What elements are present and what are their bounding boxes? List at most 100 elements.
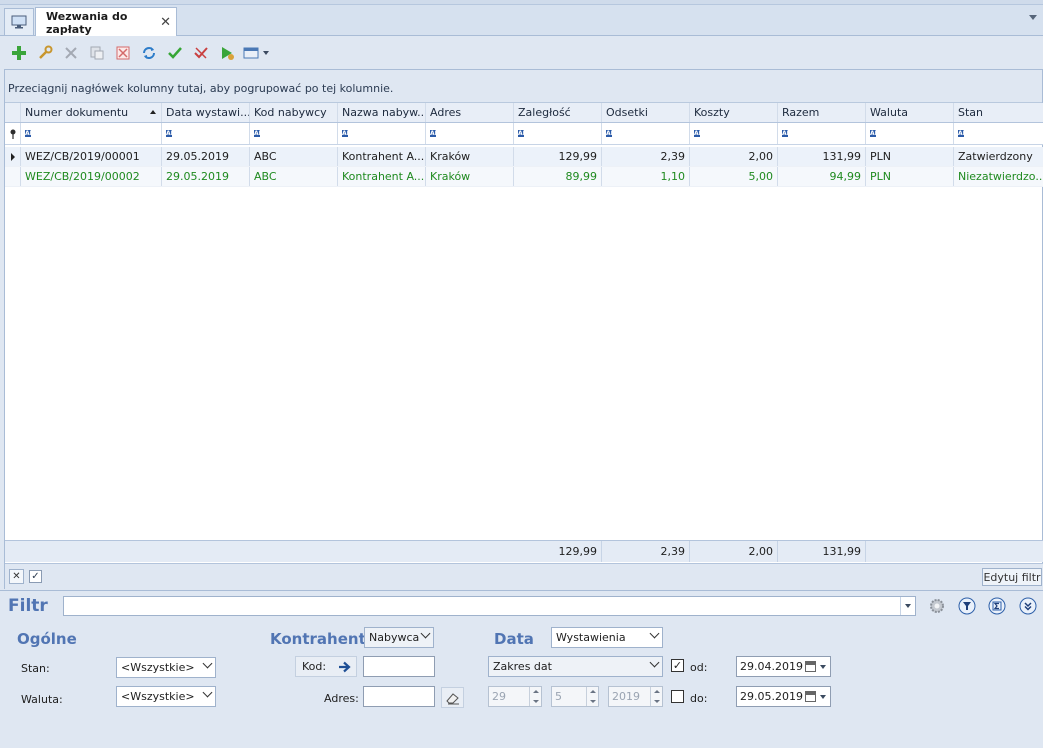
unapprove-icon[interactable] — [190, 42, 212, 64]
cell-stan[interactable]: Zatwierdzony — [954, 147, 1043, 166]
year-spinner[interactable]: 2019 — [608, 686, 663, 707]
cell-stan[interactable]: Niezatwierdzo... — [954, 167, 1043, 186]
waluta-select[interactable]: <Wszystkie> — [116, 686, 216, 707]
filter-cell[interactable]: ABC — [21, 123, 162, 144]
delete-icon[interactable] — [60, 42, 82, 64]
cell-numer[interactable]: WEZ/CB/2019/00002 — [21, 167, 162, 186]
col-header-zaleglosc[interactable]: Zaległość — [514, 103, 602, 122]
filter-cell[interactable]: ABC — [690, 123, 778, 144]
od-checkbox[interactable]: ✓ — [671, 659, 684, 672]
kod-button[interactable]: Kod: — [295, 656, 357, 677]
close-icon[interactable]: ✕ — [160, 15, 171, 30]
expand-icon[interactable] — [1019, 597, 1037, 615]
filter-cell[interactable]: ABC — [250, 123, 338, 144]
filter-funnel-icon[interactable] — [958, 597, 976, 615]
col-header-adres[interactable]: Adres — [426, 103, 514, 122]
table-row[interactable]: WEZ/CB/2019/00002 29.05.2019 ABC Kontrah… — [5, 167, 1043, 187]
clear-filter-button[interactable]: ✕ — [9, 569, 24, 584]
cell-razem[interactable]: 131,99 — [778, 147, 866, 166]
kod-input[interactable] — [363, 656, 435, 677]
filter-cell[interactable]: ABC — [866, 123, 954, 144]
approve-icon[interactable] — [164, 42, 186, 64]
col-header-razem[interactable]: Razem — [778, 103, 866, 122]
total-koszty: 2,00 — [690, 541, 778, 562]
kontrahent-type-select[interactable]: Nabywca — [364, 627, 434, 648]
filter-cell[interactable]: ABC — [426, 123, 514, 144]
filter-cell[interactable]: ABC — [602, 123, 690, 144]
cell-adres[interactable]: Kraków — [426, 147, 514, 166]
run-icon[interactable] — [216, 42, 238, 64]
col-header-kod[interactable]: Kod nabywcy — [250, 103, 338, 122]
refresh-icon[interactable] — [138, 42, 160, 64]
calendar-icon[interactable] — [805, 691, 816, 702]
spinner-arrows-icon — [650, 687, 662, 706]
cell-zaleglosc[interactable]: 89,99 — [514, 167, 602, 186]
stan-select[interactable]: <Wszystkie> — [116, 657, 216, 678]
cell-numer[interactable]: WEZ/CB/2019/00001 — [21, 147, 162, 166]
gear-icon[interactable] — [928, 597, 946, 615]
do-checkbox[interactable] — [671, 690, 684, 703]
cell-zaleglosc[interactable]: 129,99 — [514, 147, 602, 166]
cell-kod[interactable]: ABC — [250, 147, 338, 166]
edit-icon[interactable] — [34, 42, 56, 64]
abc-icon: ABC — [254, 130, 268, 137]
do-date-picker[interactable]: 29.05.2019 — [736, 686, 831, 707]
eraser-icon[interactable] — [441, 687, 464, 708]
chevron-down-icon — [649, 657, 660, 668]
chevron-down-icon[interactable] — [900, 597, 915, 615]
calendar-icon[interactable] — [805, 661, 816, 672]
add-icon[interactable] — [8, 42, 30, 64]
filter-input[interactable] — [63, 596, 916, 616]
table-row[interactable]: WEZ/CB/2019/00001 29.05.2019 ABC Kontrah… — [5, 147, 1043, 167]
chevron-down-icon[interactable] — [820, 695, 826, 699]
abc-icon: ABC — [870, 130, 884, 137]
adres-input[interactable] — [363, 686, 435, 707]
chevron-down-icon[interactable] — [820, 665, 826, 669]
od-date-picker[interactable]: 29.04.2019 — [736, 656, 831, 677]
cell-nazwa[interactable]: Kontrahent A... — [338, 147, 426, 166]
cell-odsetki[interactable]: 2,39 — [602, 147, 690, 166]
cell-waluta[interactable]: PLN — [866, 147, 954, 166]
col-header-numer[interactable]: Numer dokumentu — [21, 103, 162, 122]
month-spinner[interactable]: 5 — [551, 686, 599, 707]
footer-spacer — [5, 541, 21, 562]
filter-cell[interactable]: ABC — [778, 123, 866, 144]
sigma-icon[interactable] — [988, 597, 1006, 615]
cell-razem[interactable]: 94,99 — [778, 167, 866, 186]
zakres-select[interactable]: Zakres dat — [488, 656, 663, 677]
group-by-area[interactable]: Przeciągnij nagłówek kolumny tutaj, aby … — [5, 70, 1042, 103]
copy-icon[interactable] — [86, 42, 108, 64]
filter-cell[interactable]: ABC — [954, 123, 1043, 144]
filter-cell[interactable]: ABC — [338, 123, 426, 144]
filter-enabled-checkbox[interactable]: ✓ — [29, 570, 42, 583]
cell-koszty[interactable]: 2,00 — [690, 147, 778, 166]
tab-menu-chevron-icon[interactable] — [1029, 15, 1037, 20]
col-header-data[interactable]: Data wystawi... — [162, 103, 250, 122]
cell-nazwa[interactable]: Kontrahent A... — [338, 167, 426, 186]
cell-odsetki[interactable]: 1,10 — [602, 167, 690, 186]
filter-cell[interactable]: ABC — [514, 123, 602, 144]
col-header-nazwa[interactable]: Nazwa nabyw... — [338, 103, 426, 122]
abc-icon: ABC — [518, 130, 532, 137]
col-header-odsetki[interactable]: Odsetki — [602, 103, 690, 122]
col-header-koszty[interactable]: Koszty — [690, 103, 778, 122]
cell-data[interactable]: 29.05.2019 — [162, 147, 250, 166]
day-spinner[interactable]: 29 — [488, 686, 542, 707]
edit-filter-button[interactable]: Edytuj filtr — [982, 568, 1042, 586]
col-header-stan[interactable]: Stan — [954, 103, 1043, 122]
abc-icon: ABC — [782, 130, 796, 137]
view-icon[interactable] — [242, 42, 272, 64]
desktop-icon[interactable] — [4, 8, 34, 35]
cell-waluta[interactable]: PLN — [866, 167, 954, 186]
tab-wezwania[interactable]: Wezwania do zapłaty ✕ — [35, 7, 177, 37]
tab-label: Wezwania do zapłaty — [46, 9, 128, 36]
data-type-select[interactable]: Wystawienia — [551, 627, 663, 648]
col-header-waluta[interactable]: Waluta — [866, 103, 954, 122]
filter-cell[interactable]: ABC — [162, 123, 250, 144]
cancel-icon[interactable] — [112, 42, 134, 64]
cell-data[interactable]: 29.05.2019 — [162, 167, 250, 186]
cell-koszty[interactable]: 5,00 — [690, 167, 778, 186]
cell-kod[interactable]: ABC — [250, 167, 338, 186]
cell-adres[interactable]: Kraków — [426, 167, 514, 186]
spinner-arrows-icon — [586, 687, 598, 706]
